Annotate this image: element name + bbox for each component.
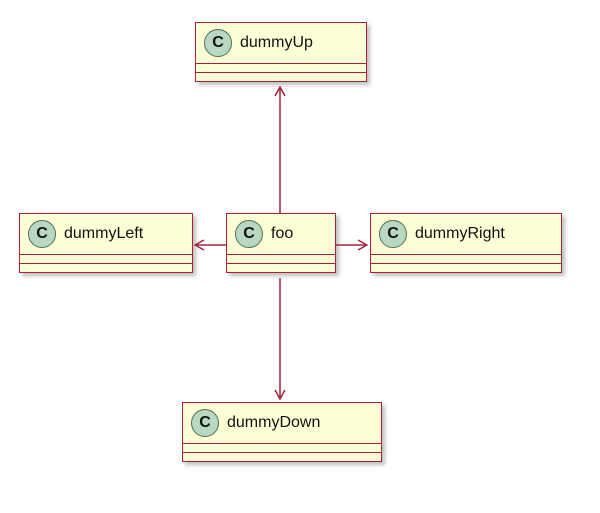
class-name: foo <box>271 225 293 243</box>
class-op-slot <box>227 264 335 272</box>
class-dummyRight: C dummyRight <box>370 213 562 273</box>
class-name: dummyDown <box>227 414 320 432</box>
class-header: C dummyUp <box>196 23 366 63</box>
class-op-slot <box>196 73 366 81</box>
class-stereotype-icon: C <box>191 409 219 437</box>
class-name: dummyUp <box>240 34 313 52</box>
class-stereotype-icon: C <box>235 220 263 248</box>
class-stereotype-icon: C <box>204 29 232 57</box>
class-attr-slot <box>196 64 366 72</box>
class-attr-slot <box>20 255 192 263</box>
class-dummyDown: C dummyDown <box>182 402 382 462</box>
class-header: C dummyLeft <box>20 214 192 254</box>
class-attr-slot <box>371 255 561 263</box>
class-stereotype-icon: C <box>379 220 407 248</box>
class-op-slot <box>183 453 381 461</box>
class-attr-slot <box>183 444 381 452</box>
class-stereotype-icon: C <box>28 220 56 248</box>
class-op-slot <box>20 264 192 272</box>
class-foo: C foo <box>226 213 336 273</box>
class-header: C dummyDown <box>183 403 381 443</box>
class-attr-slot <box>227 255 335 263</box>
class-header: C foo <box>227 214 335 254</box>
class-op-slot <box>371 264 561 272</box>
class-name: dummyRight <box>415 225 505 243</box>
class-dummyLeft: C dummyLeft <box>19 213 193 273</box>
class-name: dummyLeft <box>64 225 143 243</box>
class-header: C dummyRight <box>371 214 561 254</box>
uml-diagram: { "diagram": { "type": "uml-class-diagra… <box>0 0 600 513</box>
class-dummyUp: C dummyUp <box>195 22 367 82</box>
